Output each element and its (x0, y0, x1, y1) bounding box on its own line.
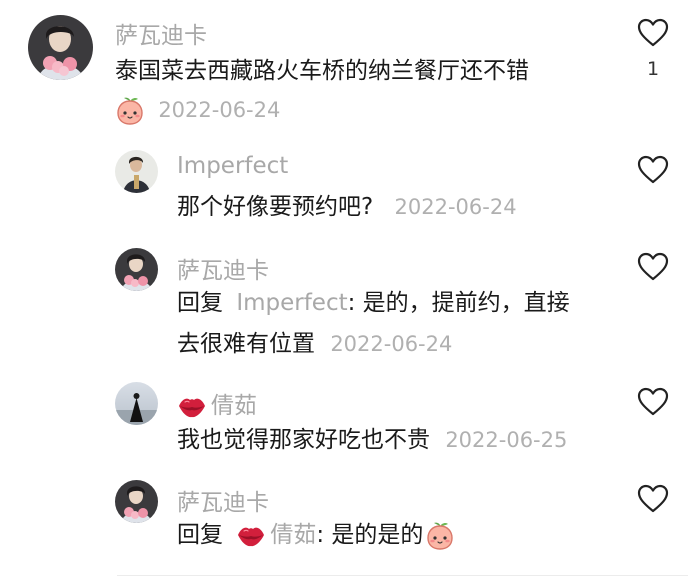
avatar[interactable] (115, 480, 158, 523)
avatar[interactable] (115, 382, 158, 425)
mention-link[interactable]: 倩茹 (270, 522, 316, 548)
reply-text-line1: 回复 Imperfect: 是的，提前约，直接 (177, 286, 570, 320)
reply-text-line2: 去很难有位置 2022-06-24 (177, 327, 452, 361)
reply-text: 那个好像要预约吧? 2022-06-24 (177, 190, 517, 224)
reply-author[interactable]: Imperfect (177, 153, 288, 179)
mention-link[interactable]: Imperfect (236, 290, 347, 316)
reply-prefix: 回复 (177, 290, 223, 316)
reply-author[interactable]: 萨瓦迪卡 (177, 483, 269, 517)
like-heart-icon[interactable] (637, 18, 669, 48)
reply-prefix: 回复 (177, 522, 223, 548)
reply-body: 那个好像要预约吧? (177, 194, 374, 220)
comment-body: 泰国菜去西藏路火车桥的纳兰餐厅还不错 (115, 58, 529, 84)
like-heart-icon[interactable] (637, 155, 669, 185)
like-heart-icon[interactable] (637, 387, 669, 417)
reply-body-cont: 去很难有位置 (177, 331, 315, 357)
reply-body: : 是的，提前约，直接 (347, 290, 570, 316)
peach-emoji-icon (115, 96, 145, 126)
reply-author-name: 倩茹 (211, 393, 257, 419)
lips-emoji-icon (236, 523, 266, 549)
like-count: 1 (646, 58, 660, 80)
reply-text: 我也觉得那家好吃也不贵 2022-06-25 (177, 423, 567, 457)
lips-emoji-icon (177, 394, 207, 420)
reply-date: 2022-06-24 (330, 332, 453, 356)
peach-emoji-icon (425, 521, 455, 551)
comment-text: 泰国菜去西藏路火车桥的纳兰餐厅还不错 (115, 54, 529, 88)
reply-date: 2022-06-24 (394, 195, 517, 219)
reply-body: : 是的是的 (316, 522, 424, 548)
reply-author[interactable]: 萨瓦迪卡 (177, 251, 269, 285)
comment-meta: 2022-06-24 (115, 93, 280, 127)
reply-date: 2022-06-25 (445, 428, 568, 452)
reply-author[interactable]: 倩茹 (177, 386, 257, 420)
reply-text: 回复 倩茹: 是的是的 (177, 518, 455, 552)
like-heart-icon[interactable] (637, 484, 669, 514)
avatar[interactable] (28, 15, 93, 80)
comment-author[interactable]: 萨瓦迪卡 (115, 16, 207, 50)
comment-date: 2022-06-24 (158, 98, 281, 122)
divider (117, 575, 688, 576)
reply-body: 我也觉得那家好吃也不贵 (177, 427, 430, 453)
like-heart-icon[interactable] (637, 252, 669, 282)
avatar[interactable] (115, 248, 158, 291)
avatar[interactable] (115, 150, 158, 193)
